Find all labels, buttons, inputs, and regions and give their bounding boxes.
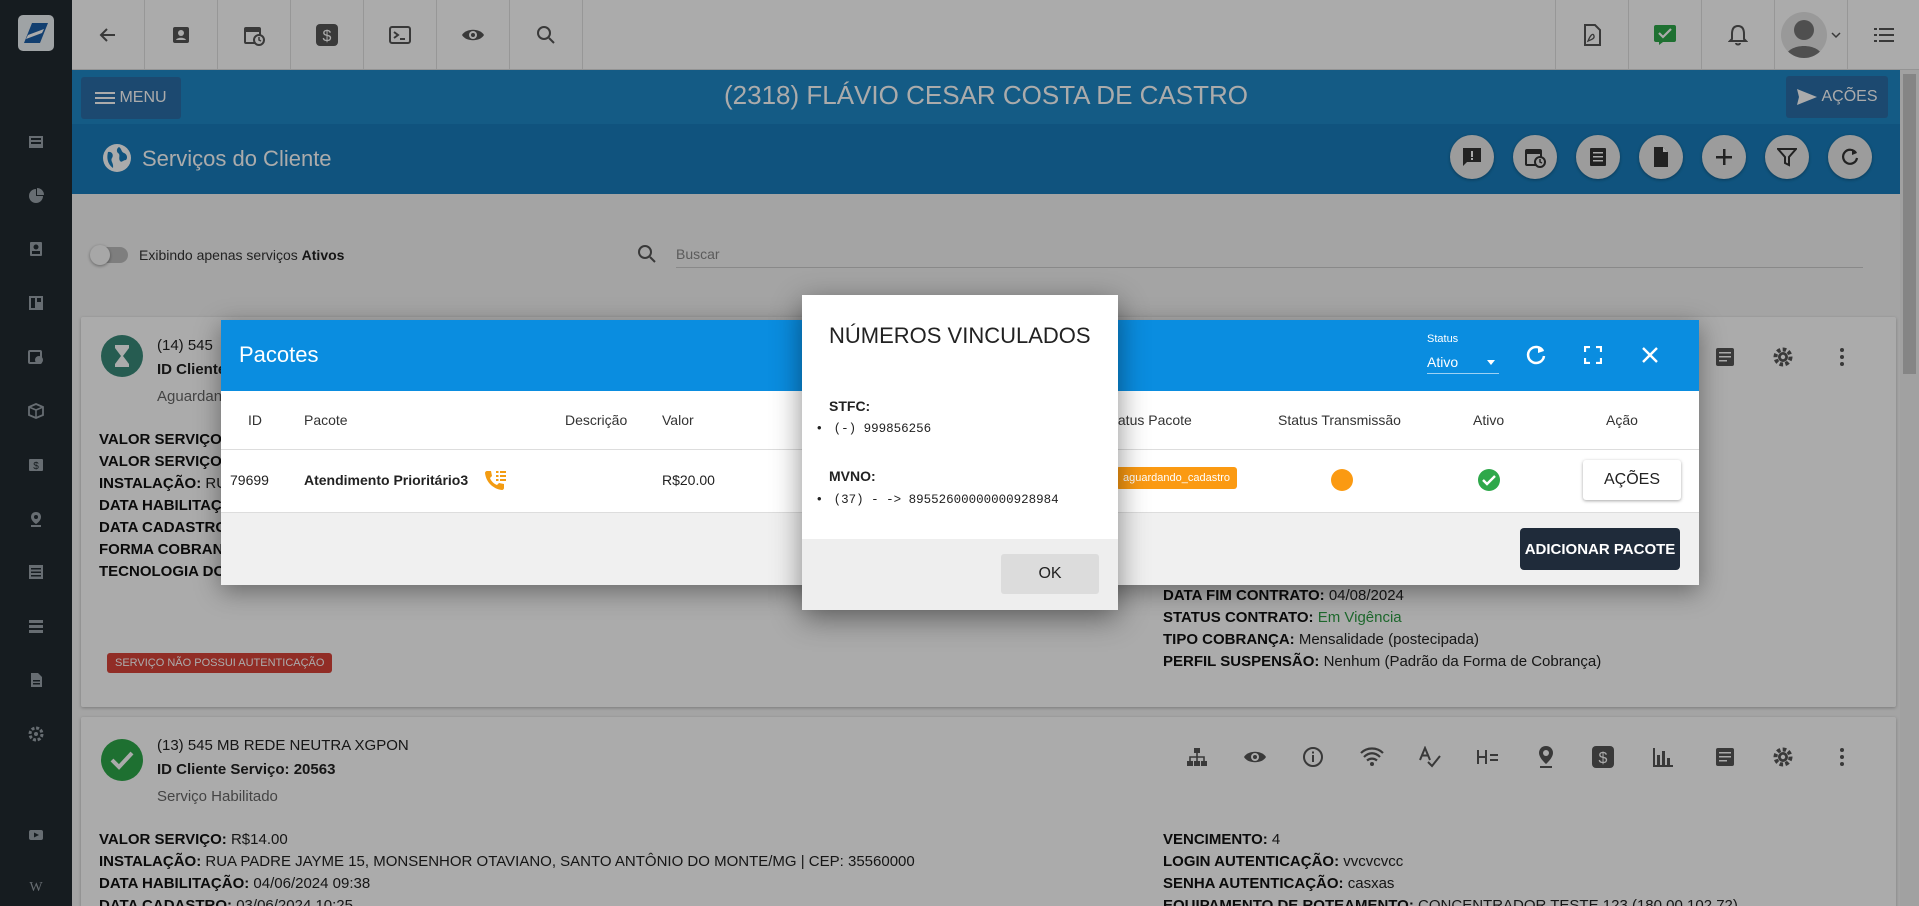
status-filter-select[interactable]: Ativo bbox=[1427, 350, 1499, 374]
stfc-number: (-) 999856256 bbox=[817, 420, 932, 436]
refresh-icon[interactable] bbox=[1523, 342, 1549, 368]
ok-button[interactable]: OK bbox=[1001, 554, 1099, 594]
transmission-status-dot bbox=[1331, 469, 1353, 491]
column-header-status-transmissao: Status Transmissão bbox=[1278, 412, 1401, 428]
priority-call-icon bbox=[483, 468, 507, 492]
column-header-descricao: Descrição bbox=[565, 412, 628, 428]
status-pacote-badge: aguardando_cadastro bbox=[1116, 467, 1238, 489]
modal-title: Pacotes bbox=[239, 342, 319, 367]
stfc-label: STFC: bbox=[829, 398, 871, 414]
linked-numbers-dialog: NÚMEROS VINCULADOS STFC: (-) 999856256 M… bbox=[802, 295, 1118, 610]
column-header-valor: Valor bbox=[662, 412, 694, 428]
column-header-id: ID bbox=[248, 412, 262, 428]
row-valor: R$20.00 bbox=[662, 472, 715, 488]
column-header-pacote: Pacote bbox=[304, 412, 348, 428]
status-filter-value: Ativo bbox=[1427, 354, 1459, 370]
row-actions-button[interactable]: AÇÕES bbox=[1583, 460, 1681, 500]
caret-down-icon bbox=[1487, 360, 1495, 365]
status-filter-label: Status bbox=[1427, 333, 1459, 345]
column-header-acao: Ação bbox=[1606, 412, 1638, 428]
mvno-label: MVNO: bbox=[829, 468, 876, 484]
row-id: 79699 bbox=[230, 472, 269, 488]
column-header-status-pacote: tatus Pacote bbox=[1114, 412, 1192, 428]
row-pacote: Atendimento Prioritário3 bbox=[304, 472, 469, 488]
dialog-title: NÚMEROS VINCULADOS bbox=[829, 323, 1091, 348]
active-check-icon bbox=[1478, 469, 1500, 491]
fullscreen-icon[interactable] bbox=[1580, 342, 1606, 368]
add-package-button[interactable]: ADICIONAR PACOTE bbox=[1520, 528, 1680, 570]
mvno-number: (37) - -> 89552600000000928984 bbox=[817, 491, 1059, 507]
column-header-ativo: Ativo bbox=[1473, 412, 1505, 428]
close-icon[interactable] bbox=[1637, 342, 1663, 368]
